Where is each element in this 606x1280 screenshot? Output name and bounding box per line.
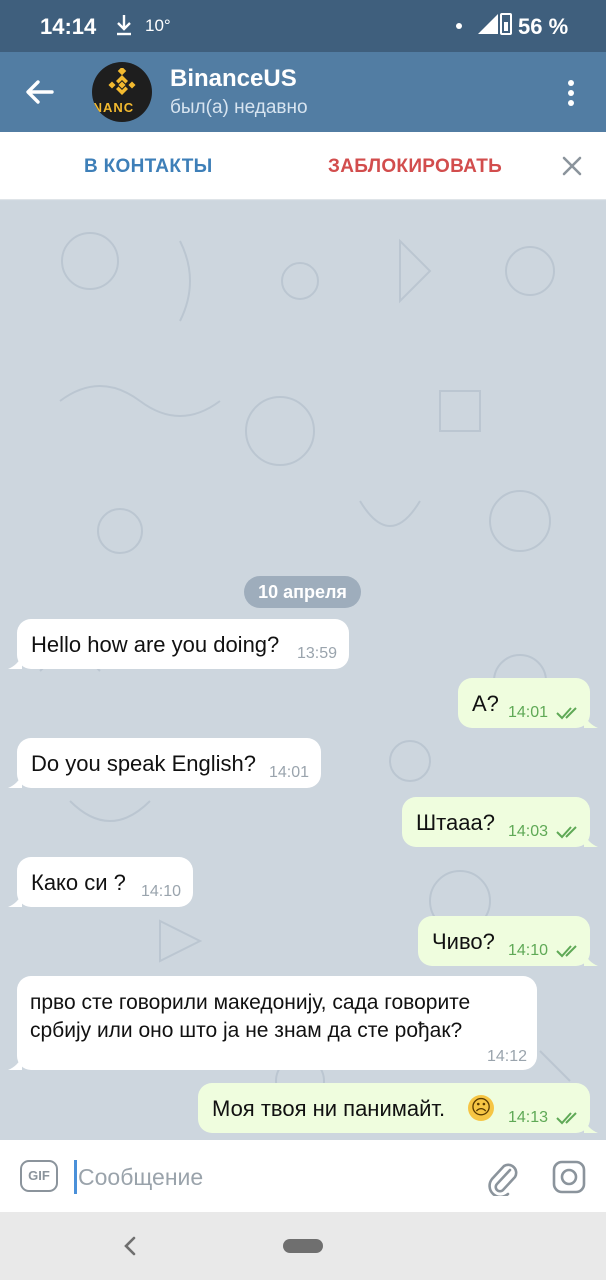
message-incoming[interactable]: Hello how are you doing? 13:59 [17,619,349,669]
message-outgoing[interactable]: Моя твоя ни панимайт. ☹ 14:13 [198,1083,590,1133]
message-text: Како си ? [31,870,126,895]
bubble-tail [584,714,598,728]
nav-back-icon[interactable] [120,1234,140,1258]
avatar-brand-text: INANC [92,100,135,115]
bubble-tail [584,952,598,966]
chat-header: INANC BinanceUS был(а) недавно [0,52,606,132]
message-text: А? [472,691,499,716]
read-check-icon [556,826,577,839]
block-button[interactable]: ЗАБЛОКИРОВАТЬ [328,156,502,178]
message-outgoing[interactable]: А? 14:01 [458,678,590,728]
message-incoming[interactable]: Do you speak English? 14:01 [17,738,321,788]
message-text-line-1: прво сте говорили македонију, сада говор… [30,991,471,1014]
back-arrow-icon[interactable] [22,74,58,110]
bubble-tail [8,774,22,788]
message-input[interactable] [78,1162,458,1192]
message-time: 13:59 [297,645,338,662]
status-time: 14:14 [40,14,97,39]
message-text: Штааа? [416,810,495,835]
status-temperature: 10° [145,16,171,35]
avatar[interactable]: INANC [92,62,152,122]
attach-icon[interactable] [486,1158,520,1196]
contact-status: был(а) недавно [170,97,308,118]
message-text: Чиво? [432,929,495,954]
add-contact-button[interactable]: В КОНТАКТЫ [84,156,213,178]
message-time: 14:03 [508,823,549,840]
camera-icon[interactable] [552,1160,586,1194]
bubble-tail [8,1056,22,1070]
contact-action-bar: В КОНТАКТЫ ЗАБЛОКИРОВАТЬ [0,132,606,200]
status-bar: 14:14 10° 56 % [0,0,606,52]
message-time: 14:13 [508,1109,549,1126]
more-vertical-icon[interactable] [562,78,580,108]
message-time: 14:12 [487,1048,528,1065]
contact-name[interactable]: BinanceUS [170,65,297,93]
message-outgoing[interactable]: Штааа? 14:03 [402,797,590,847]
download-icon [117,15,131,36]
read-check-icon [556,945,577,958]
nav-home-pill[interactable] [283,1239,323,1253]
message-time: 14:10 [141,883,182,900]
read-check-icon [556,707,577,720]
message-text: Do you speak English? [31,751,257,776]
frown-emoji-icon: ☹ [468,1095,494,1121]
bubble-tail [8,655,22,669]
battery-icon [500,13,512,35]
bubble-tail [584,1119,598,1133]
notification-dot-icon [456,23,462,29]
message-composer: GIF [0,1140,606,1212]
battery-percent: 56 % [518,14,569,39]
message-text: Моя твоя ни панимайт. [212,1096,446,1121]
chat-area[interactable]: 10 апреля Hello how are you doing? 13:59… [0,201,606,1140]
bubble-tail [584,833,598,847]
text-cursor [74,1160,77,1194]
close-icon[interactable] [560,154,584,178]
bubble-tail [8,893,22,907]
message-time: 14:10 [508,942,549,959]
signal-icon [478,14,498,34]
message-time: 14:01 [508,704,549,721]
binance-logo-icon [108,68,136,95]
message-incoming[interactable]: Како си ? 14:10 [17,857,193,907]
message-incoming[interactable]: прво сте говорили македонију, сада говор… [17,976,537,1070]
message-outgoing[interactable]: Чиво? 14:10 [418,916,590,966]
date-separator: 10 апреля [244,576,361,608]
message-text: Hello how are you doing? [31,632,280,657]
message-text-line-2: србију или оно што ја не знам да сте рођ… [30,1019,463,1042]
read-check-icon [556,1112,577,1125]
gif-button[interactable]: GIF [20,1160,58,1192]
message-time: 14:01 [269,764,310,781]
system-nav-bar [0,1212,606,1280]
